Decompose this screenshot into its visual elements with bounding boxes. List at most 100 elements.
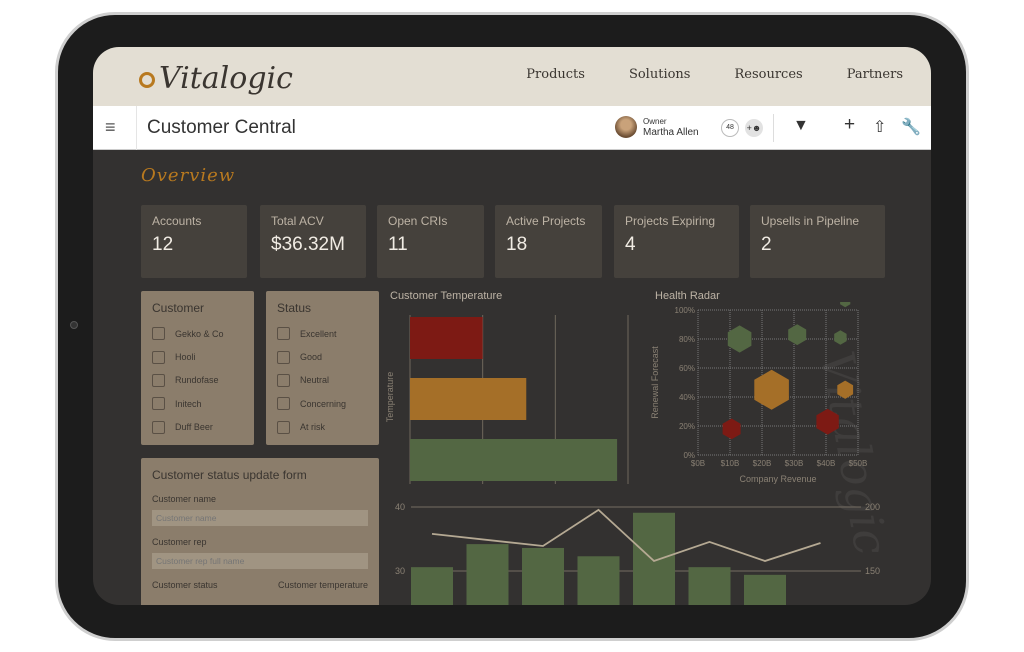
- bar: [633, 512, 675, 605]
- y-left-tick: 40: [395, 502, 405, 512]
- checkbox-label: Good: [300, 352, 323, 363]
- count-badge[interactable]: 48: [721, 119, 739, 137]
- kpi-label: Accounts: [152, 214, 202, 228]
- checkbox-label: Hooli: [175, 352, 196, 363]
- y-axis-label: Temperature: [385, 372, 395, 423]
- plus-icon[interactable]: +: [844, 114, 855, 136]
- checkbox-neutral[interactable]: Neutral: [277, 369, 368, 392]
- health-radar-title: Health Radar: [655, 290, 720, 302]
- checkbox-concerning[interactable]: Concerning: [277, 392, 368, 415]
- temperature-bar: [410, 378, 527, 420]
- checkbox[interactable]: [152, 420, 165, 434]
- hamburger-menu-icon[interactable]: ≡: [105, 118, 123, 136]
- kpi-label: Projects Expiring: [625, 214, 716, 228]
- bar: [522, 547, 564, 605]
- checkbox[interactable]: [152, 350, 165, 364]
- temperature-bar: [410, 317, 483, 359]
- y-tick-label: 60%: [679, 364, 695, 373]
- x-tick-label: $20B: [753, 459, 772, 468]
- filter-title: Customer: [152, 301, 205, 315]
- kpi-label: Total ACV: [271, 214, 324, 228]
- combo-chart: 40 30 200 150: [395, 502, 880, 605]
- checkbox-initech[interactable]: Initech: [152, 392, 243, 415]
- checkbox[interactable]: [277, 373, 290, 387]
- avatar: [615, 116, 637, 138]
- y-tick-label: 80%: [679, 335, 695, 344]
- filter-title: Status: [277, 301, 312, 315]
- customer-name-input[interactable]: [152, 510, 368, 526]
- y-tick-label: 20%: [679, 422, 695, 431]
- checkbox[interactable]: [277, 350, 290, 364]
- customer-filter: Customer Gekko & Co Hooli Rundofase Init…: [141, 291, 254, 445]
- x-tick-label: $50B: [849, 459, 868, 468]
- checkbox-at-risk[interactable]: At risk: [277, 416, 368, 439]
- bar: [411, 567, 453, 605]
- filter-icon[interactable]: ▼: [793, 117, 809, 135]
- section-title: Overview: [141, 165, 236, 186]
- customer-rep-input[interactable]: [152, 553, 368, 569]
- nav-resources[interactable]: Resources: [734, 67, 802, 82]
- kpi-label: Open CRIs: [388, 214, 448, 228]
- owner-info[interactable]: Owner Martha Allen: [615, 116, 699, 138]
- share-icon[interactable]: ⇧: [873, 117, 886, 137]
- temperature-chart-title: Customer Temperature: [390, 290, 503, 302]
- kpi-active-projects[interactable]: Active Projects 18: [495, 205, 602, 278]
- customer-temperature-label: Customer temperature: [277, 580, 368, 590]
- kpi-upsells[interactable]: Upsells in Pipeline 2: [750, 205, 885, 278]
- checkbox[interactable]: [277, 397, 290, 411]
- logo-mark-icon: [135, 68, 159, 92]
- page-title: Customer Central: [147, 117, 296, 138]
- add-user-icon[interactable]: +☻: [745, 119, 763, 137]
- y-right-tick: 200: [865, 502, 880, 512]
- y-right-tick: 150: [865, 566, 880, 576]
- nav-partners[interactable]: Partners: [847, 67, 903, 82]
- brand-logo[interactable]: Vitalogic: [135, 61, 293, 96]
- checkbox-hooli[interactable]: Hooli: [152, 345, 243, 368]
- x-tick-label: $10B: [721, 459, 740, 468]
- kpi-value: 2: [761, 234, 772, 255]
- checkbox-excellent[interactable]: Excellent: [277, 322, 368, 345]
- owner-name: Martha Allen: [643, 126, 699, 138]
- checkbox-label: At risk: [300, 422, 326, 433]
- bar: [744, 574, 786, 605]
- checkbox[interactable]: [152, 327, 165, 341]
- kpi-label: Active Projects: [506, 214, 586, 228]
- nav-products[interactable]: Products: [526, 67, 585, 82]
- form-title: Customer status update form: [152, 468, 307, 482]
- checkbox-duff-beer[interactable]: Duff Beer: [152, 416, 243, 439]
- divider: [136, 106, 137, 150]
- bar: [466, 544, 509, 605]
- kpi-open-cris[interactable]: Open CRIs 11: [377, 205, 484, 278]
- kpi-label: Upsells in Pipeline: [761, 214, 860, 228]
- nav-solutions[interactable]: Solutions: [629, 67, 691, 82]
- checkbox[interactable]: [152, 397, 165, 411]
- kpi-projects-expiring[interactable]: Projects Expiring 4: [614, 205, 739, 278]
- data-point: [727, 325, 752, 353]
- status-filter: Status Excellent Good Neutral Concerning…: [266, 291, 379, 445]
- kpi-total-acv[interactable]: Total ACV $36.32M: [260, 205, 366, 278]
- y-tick-label: 40%: [679, 393, 695, 402]
- health-radar-chart: $0B $10B $20B $30B $40B $50B 0% 20% 40% 60% 80% 100…: [650, 302, 868, 484]
- customer-rep-label: Customer rep: [152, 537, 207, 547]
- camera-dot: [70, 321, 78, 329]
- kpi-value: 18: [506, 234, 528, 255]
- screen: Vitalogic Products Solutions Resources P…: [93, 47, 931, 605]
- data-point: [754, 369, 789, 410]
- wrench-icon[interactable]: 🔧: [901, 117, 921, 137]
- y-tick-label: 0%: [683, 451, 695, 460]
- temperature-bar: [410, 439, 618, 481]
- data-point: [840, 302, 851, 308]
- kpi-accounts[interactable]: Accounts 12: [141, 205, 247, 278]
- checkbox-label: Gekko & Co: [175, 328, 224, 339]
- data-point: [722, 418, 741, 440]
- bar: [577, 556, 620, 605]
- checkbox-rundofase[interactable]: Rundofase: [152, 369, 243, 392]
- checkbox-gekko[interactable]: Gekko & Co: [152, 322, 243, 345]
- checkbox[interactable]: [277, 420, 290, 434]
- checkbox[interactable]: [152, 373, 165, 387]
- checkbox[interactable]: [277, 327, 290, 341]
- checkbox-good[interactable]: Good: [277, 345, 368, 368]
- y-tick-label: 100%: [675, 306, 695, 315]
- temperature-chart: Temperature: [385, 315, 629, 484]
- owner-label: Owner: [643, 116, 667, 126]
